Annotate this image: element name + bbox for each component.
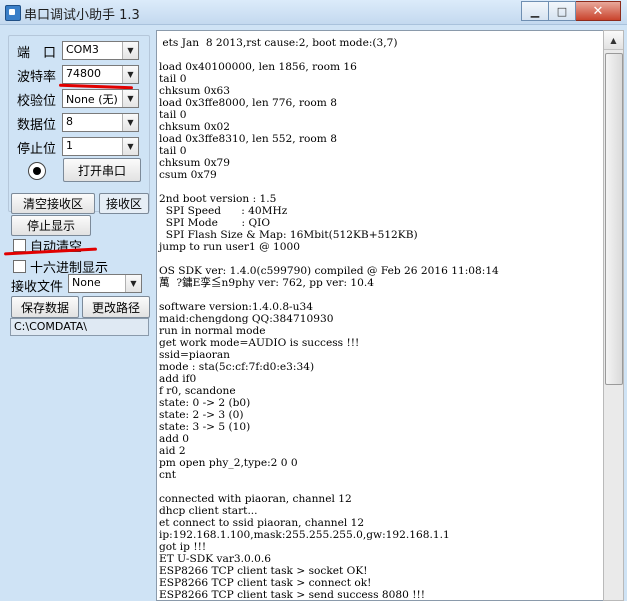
terminal-line: ets Jan 8 2013,rst cause:2, boot mode:(3…: [162, 37, 398, 49]
dropdown-arrow-icon[interactable]: ▼: [122, 90, 138, 107]
terminal-line: state: 3 -> 5 (10): [159, 421, 251, 433]
stopbits-value: 1: [66, 139, 73, 152]
terminal-line: load 0x3ffe8310, len 552, room 8: [159, 133, 337, 145]
terminal-line: mode : sta(5c:cf:7f:d0:e3:34): [159, 361, 315, 373]
terminal-line: csum 0x79: [159, 169, 217, 181]
terminal-line: run in normal mode: [159, 325, 266, 337]
port-value: COM3: [66, 43, 99, 56]
maximize-button[interactable]: □: [549, 1, 576, 21]
terminal-line: got ip !!!: [159, 541, 207, 553]
terminal-line: load 0x3ffe8000, len 776, room 8: [159, 97, 337, 109]
terminal-line: OS SDK ver: 1.4.0(c599790) compiled @ Fe…: [159, 265, 499, 277]
terminal-line: add 0: [159, 433, 189, 445]
terminal-line: software version:1.4.0.8-u34: [159, 301, 313, 313]
terminal-line: 2nd boot version : 1.5: [159, 193, 277, 205]
app-icon: [5, 5, 21, 21]
terminal-line: tail 0: [159, 73, 187, 85]
port-select[interactable]: COM3 ▼: [62, 41, 139, 60]
port-settings-group: 端 口 COM3 ▼ 波特率 74800 ▼ 校验位 None (无) ▼ 数据…: [8, 35, 150, 212]
terminal-line: SPI Mode : QIO: [165, 217, 271, 229]
baud-value: 74800: [66, 67, 101, 80]
terminal-line: pm open phy_2,type:2 0 0: [159, 457, 298, 469]
parity-label: 校验位: [17, 94, 57, 109]
receive-panel: ets Jan 8 2013,rst cause:2, boot mode:(3…: [156, 25, 627, 601]
terminal-output: ets Jan 8 2013,rst cause:2, boot mode:(3…: [157, 31, 605, 601]
terminal-line: aid 2: [159, 445, 186, 457]
save-path-field[interactable]: C:\COMDATA\: [10, 318, 149, 336]
parity-value: None (无): [66, 93, 118, 106]
minimize-button[interactable]: ▁: [521, 1, 549, 21]
port-status-indicator: [28, 162, 46, 180]
terminal-line: tail 0: [159, 145, 187, 157]
terminal-line: state: 2 -> 3 (0): [159, 409, 244, 421]
terminal-line: maid:chengdong QQ:384710930: [159, 313, 334, 325]
stopbits-label: 停止位: [17, 142, 57, 157]
terminal-line: SPI Flash Size & Map: 16Mbit(512KB+512KB…: [165, 229, 418, 241]
terminal-line: ESP8266 TCP client task > socket OK!: [159, 565, 368, 577]
dropdown-arrow-icon[interactable]: ▼: [122, 42, 138, 59]
terminal-line: jump to run user1 @ 1000: [159, 241, 301, 253]
terminal-line: ssid=piaoran: [159, 349, 230, 361]
baud-select[interactable]: 74800 ▼: [62, 65, 139, 84]
window-controls: ▁ □ ✕: [521, 1, 621, 21]
terminal-line: add if0: [159, 373, 197, 385]
terminal-line: chksum 0x02: [159, 121, 231, 133]
terminal-line: ET U-SDK var3.0.0.6: [159, 553, 271, 565]
dropdown-arrow-icon[interactable]: ▼: [122, 114, 138, 131]
terminal-line: load 0x40100000, len 1856, room 16: [159, 61, 357, 73]
databits-value: 8: [66, 115, 73, 128]
terminal-line: et connect to ssid piaoran, channel 12: [159, 517, 365, 529]
receive-area-label: 接收区: [99, 193, 149, 214]
terminal-line: chksum 0x79: [159, 157, 231, 169]
terminal-line: connected with piaoran, channel 12: [159, 493, 352, 505]
window-title: 串口调试小助手 1.3: [24, 8, 140, 23]
vertical-scrollbar[interactable]: ▲: [603, 30, 624, 601]
databits-label: 数据位: [17, 118, 57, 133]
terminal-line: ip:192.168.1.100,mask:255.255.255.0,gw:1…: [159, 529, 450, 541]
terminal-line: chksum 0x63: [159, 85, 231, 97]
terminal-line: f r0, scandone: [159, 385, 236, 397]
terminal-line: cnt: [159, 469, 177, 481]
close-button[interactable]: ✕: [576, 1, 621, 21]
terminal-line: get work mode=AUDIO is success !!!: [159, 337, 360, 349]
parity-select[interactable]: None (无) ▼: [62, 89, 139, 108]
hex-display-checkbox[interactable]: [13, 260, 26, 273]
scroll-up-arrow-icon[interactable]: ▲: [604, 31, 623, 50]
port-label: 端 口: [17, 46, 57, 61]
dropdown-arrow-icon[interactable]: ▼: [122, 138, 138, 155]
dropdown-arrow-icon[interactable]: ▼: [122, 66, 138, 83]
stop-display-button[interactable]: 停止显示: [11, 215, 91, 236]
change-path-button[interactable]: 更改路径: [82, 296, 150, 318]
terminal-line: 萬 ?鏞E孪≦n9phy ver: 762, pp ver: 10.4: [159, 277, 375, 289]
terminal-line: state: 0 -> 2 (b0): [159, 397, 251, 409]
settings-panel: 端 口 COM3 ▼ 波特率 74800 ▼ 校验位 None (无) ▼ 数据…: [0, 25, 156, 599]
terminal-line: ESP8266 TCP client task > send success 8…: [159, 589, 425, 601]
databits-select[interactable]: 8 ▼: [62, 113, 139, 132]
baud-label: 波特率: [17, 70, 57, 85]
terminal-line: dhcp client start...: [159, 505, 258, 517]
clear-receive-button[interactable]: 清空接收区: [11, 193, 95, 214]
title-bar: 串口调试小助手 1.3 ▁ □ ✕: [0, 0, 627, 25]
receive-file-select[interactable]: None ▼: [68, 274, 142, 293]
receive-file-value: None: [72, 276, 101, 289]
auto-clear-checkbox[interactable]: [13, 239, 26, 252]
terminal-line: tail 0: [159, 109, 187, 121]
terminal-line: ESP8266 TCP client task > connect ok!: [159, 577, 372, 589]
receive-file-label: 接收文件: [11, 280, 64, 295]
save-data-button[interactable]: 保存数据: [11, 296, 79, 318]
stopbits-select[interactable]: 1 ▼: [62, 137, 139, 156]
open-port-button[interactable]: 打开串口: [63, 158, 141, 182]
dropdown-arrow-icon[interactable]: ▼: [125, 275, 141, 292]
receive-textarea[interactable]: ets Jan 8 2013,rst cause:2, boot mode:(3…: [156, 30, 605, 601]
terminal-line: SPI Speed : 40MHz: [165, 205, 288, 217]
scrollbar-thumb[interactable]: [605, 53, 623, 385]
